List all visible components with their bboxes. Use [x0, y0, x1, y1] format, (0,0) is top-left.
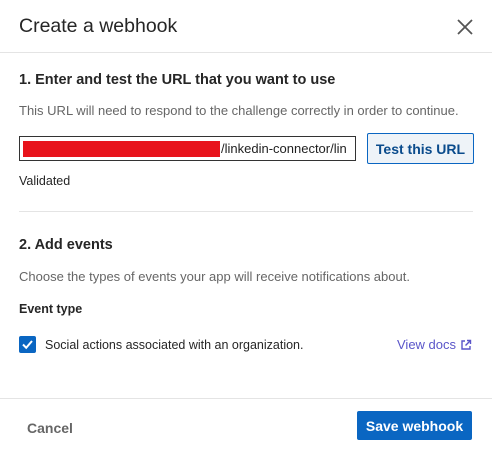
dialog-footer: Cancel Save webhook — [0, 398, 492, 450]
step1-description: This URL will need to respond to the cha… — [19, 103, 459, 118]
view-docs-link[interactable]: View docs — [397, 337, 472, 352]
save-webhook-button[interactable]: Save webhook — [357, 411, 472, 440]
create-webhook-dialog: Create a webhook 1. Enter and test the U… — [0, 0, 492, 450]
webhook-url-input[interactable]: /linkedin-connector/lin — [19, 136, 356, 161]
checkmark-icon — [22, 340, 33, 350]
webhook-url-value: /linkedin-connector/lin — [221, 141, 347, 156]
dialog-title: Create a webhook — [19, 15, 178, 37]
event-type-label: Event type — [19, 302, 83, 316]
event-checkbox-social-actions[interactable] — [19, 336, 36, 353]
event-label-social-actions: Social actions associated with an organi… — [45, 338, 304, 352]
step2-description: Choose the types of events your app will… — [19, 269, 410, 284]
step1-heading: 1. Enter and test the URL that you want … — [19, 72, 336, 88]
external-link-icon — [461, 339, 472, 350]
view-docs-label: View docs — [397, 337, 457, 352]
redacted-url-part — [23, 141, 220, 157]
section-divider — [19, 211, 473, 212]
close-icon — [457, 19, 473, 35]
cancel-button[interactable]: Cancel — [27, 420, 73, 436]
validation-status: Validated — [19, 174, 71, 188]
close-button[interactable] — [452, 14, 478, 40]
test-url-button[interactable]: Test this URL — [367, 133, 474, 164]
dialog-header: Create a webhook — [0, 0, 492, 53]
step2-heading: 2. Add events — [19, 237, 113, 253]
